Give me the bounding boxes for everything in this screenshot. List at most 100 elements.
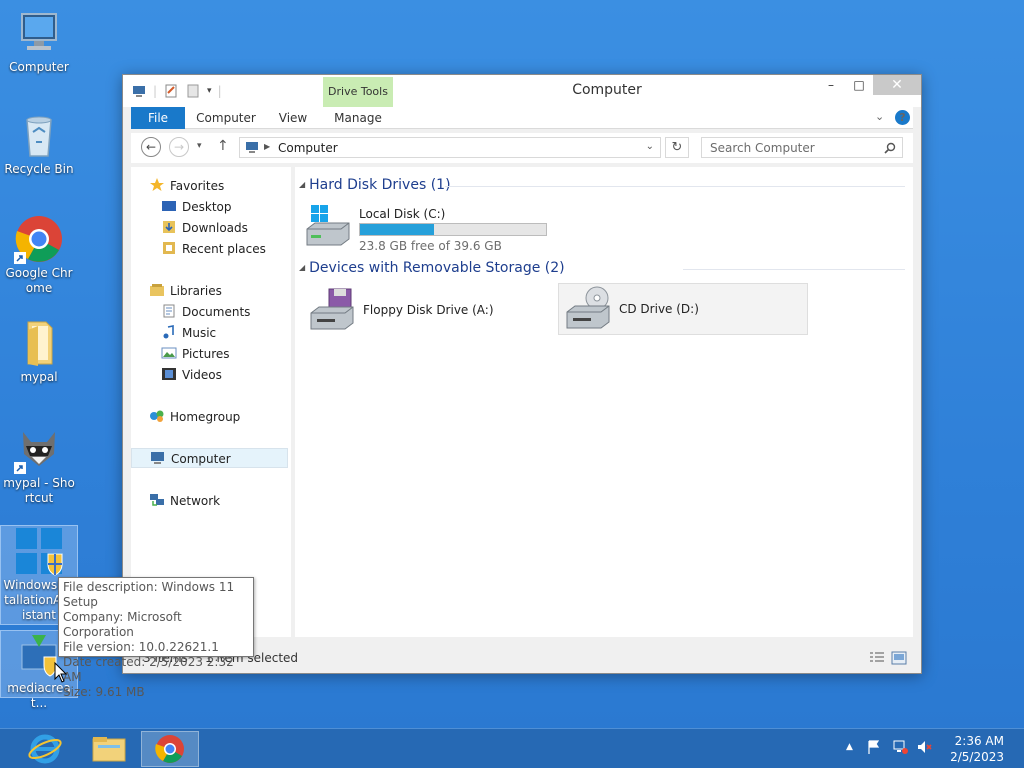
tab-file[interactable]: File	[131, 107, 185, 129]
up-arrow-icon[interactable]: ↑	[217, 138, 229, 154]
address-bar[interactable]: ▶ Computer ⌄	[239, 137, 661, 158]
nav-documents[interactable]: Documents	[161, 302, 250, 322]
nav-label: Homegroup	[170, 410, 241, 424]
group-header-hard-disk-drives[interactable]: ◢ Hard Disk Drives (1)	[299, 177, 451, 197]
tooltip-line: File description: Windows 11 Setup	[63, 580, 235, 609]
desktop-icon-mypal-shortcut[interactable]: mypal - Shortcut	[0, 424, 78, 506]
nav-label: Favorites	[170, 179, 225, 193]
show-hidden-icons-chevron-icon[interactable]: ▲	[846, 742, 853, 752]
tooltip-line: Company: Microsoft Corporation	[63, 610, 182, 639]
search-box[interactable]: Search Computer	[701, 137, 903, 158]
collapse-triangle-icon[interactable]: ◢	[299, 263, 305, 272]
nav-desktop[interactable]: Desktop	[161, 197, 232, 217]
ribbon-tabs: File Computer View Manage ⌄ ?	[131, 107, 913, 129]
nav-homegroup[interactable]: Homegroup	[149, 407, 240, 427]
desktop-icon-label: Computer	[9, 60, 69, 74]
nav-label: Downloads	[182, 221, 248, 235]
recent-places-icon	[163, 242, 175, 254]
nav-videos[interactable]: Videos	[161, 365, 222, 385]
network-tray-icon[interactable]	[892, 739, 908, 755]
nav-pictures[interactable]: Pictures	[161, 344, 230, 364]
computer-icon	[14, 8, 64, 58]
recycle-bin-icon	[14, 110, 64, 160]
navigation-pane: Favorites Desktop Downloads Recent place…	[131, 167, 291, 637]
nav-label: Videos	[182, 368, 222, 382]
expand-ribbon-chevron-icon[interactable]: ⌄	[875, 110, 884, 123]
window-title: Computer	[572, 82, 642, 98]
shortcut-arrow-icon	[14, 252, 26, 264]
desktop-icon-mypal-folder[interactable]: mypal	[0, 318, 78, 385]
drive-free-space: 23.8 GB free of 39.6 GB	[359, 239, 502, 253]
drive-name: CD Drive (D:)	[619, 302, 699, 316]
taskbar-google-chrome[interactable]	[141, 731, 199, 767]
nav-music[interactable]: Music	[161, 323, 216, 343]
taskbar-file-explorer[interactable]	[80, 731, 138, 767]
desktop-icon-computer[interactable]: Computer	[0, 8, 78, 75]
drive-name: Floppy Disk Drive (A:)	[363, 303, 494, 317]
tooltip-line: Size: 9.61 MB	[63, 685, 145, 699]
title-bar[interactable]: | ▾ | Drive Tools Computer – □ ✕	[123, 75, 921, 107]
nav-label: Libraries	[170, 284, 222, 298]
clock-time: 2:36 AM	[954, 734, 1004, 748]
forward-button[interactable]: →	[169, 137, 189, 157]
nav-label: Pictures	[182, 347, 230, 361]
windows-logo-icon	[14, 526, 64, 576]
drive-local-disk-c[interactable]: Local Disk (C:) 23.8 GB free of 39.6 GB	[299, 201, 553, 253]
refresh-button[interactable]: ↻	[665, 137, 689, 158]
downloads-icon	[163, 221, 175, 233]
nav-label: Documents	[182, 305, 251, 319]
drive-floppy-a-row[interactable]	[299, 359, 553, 409]
group-divider	[445, 186, 905, 187]
chrome-icon	[14, 214, 64, 264]
address-dropdown-icon[interactable]: ⌄	[646, 141, 654, 152]
shortcut-arrow-icon	[14, 462, 26, 474]
breadcrumb-chevron-icon[interactable]: ▶	[264, 142, 270, 151]
minimize-button[interactable]: –	[817, 75, 845, 95]
desktop-icon	[162, 201, 176, 211]
mypal-raccoon-icon	[14, 424, 64, 474]
collapse-triangle-icon[interactable]: ◢	[299, 180, 305, 189]
videos-icon	[162, 368, 176, 380]
nav-downloads[interactable]: Downloads	[161, 218, 248, 238]
libraries-icon	[150, 284, 164, 296]
taskbar-clock[interactable]: 2:36 AM 2/5/2023	[950, 733, 1004, 765]
nav-network[interactable]: Network	[149, 491, 220, 511]
nav-libraries[interactable]: Libraries	[149, 281, 222, 301]
homegroup-icon	[150, 410, 164, 422]
group-title: Hard Disk Drives (1)	[309, 177, 451, 193]
close-button[interactable]: ✕	[873, 75, 921, 95]
recent-locations-chevron-icon[interactable]: ▾	[197, 141, 202, 151]
details-view-icon[interactable]	[869, 651, 885, 665]
help-icon[interactable]: ?	[895, 110, 910, 125]
drive-floppy-disk-a[interactable]: Floppy Disk Drive (A:)	[303, 285, 553, 335]
maximize-button[interactable]: □	[845, 75, 873, 95]
search-icon[interactable]	[884, 142, 896, 154]
drive-cd-d[interactable]: CD Drive (D:)	[558, 283, 808, 335]
drive-name: Local Disk (C:)	[359, 207, 446, 221]
search-placeholder: Search Computer	[710, 141, 815, 155]
nav-recent-places[interactable]: Recent places	[161, 239, 266, 259]
action-center-flag-icon[interactable]	[866, 739, 882, 755]
tab-computer[interactable]: Computer	[191, 107, 261, 129]
taskbar-internet-explorer[interactable]	[16, 731, 74, 767]
large-icons-view-icon[interactable]	[891, 651, 907, 665]
group-title: Devices with Removable Storage (2)	[309, 260, 565, 276]
group-divider	[683, 269, 905, 270]
desktop-icon-label: Recycle Bin	[4, 162, 74, 176]
computer-small-icon	[246, 142, 258, 153]
window-controls: – □ ✕	[817, 75, 921, 95]
pictures-icon	[161, 347, 177, 359]
desktop-icon-recycle-bin[interactable]: Recycle Bin	[0, 110, 78, 177]
nav-favorites[interactable]: Favorites	[149, 176, 224, 196]
clock-date: 2/5/2023	[950, 750, 1004, 764]
tab-manage[interactable]: Manage	[323, 107, 393, 129]
back-button[interactable]: ←	[141, 137, 161, 157]
computer-small-icon	[151, 452, 164, 464]
desktop-icon-label: mypal - Shortcut	[3, 476, 75, 505]
internet-explorer-icon	[28, 734, 62, 764]
tooltip-line: File version: 10.0.22621.1	[63, 640, 219, 654]
tab-view[interactable]: View	[271, 107, 315, 129]
nav-computer[interactable]: Computer	[131, 448, 288, 468]
desktop-icon-google-chrome[interactable]: Google Chrome	[0, 214, 78, 296]
volume-muted-icon[interactable]	[916, 739, 932, 755]
